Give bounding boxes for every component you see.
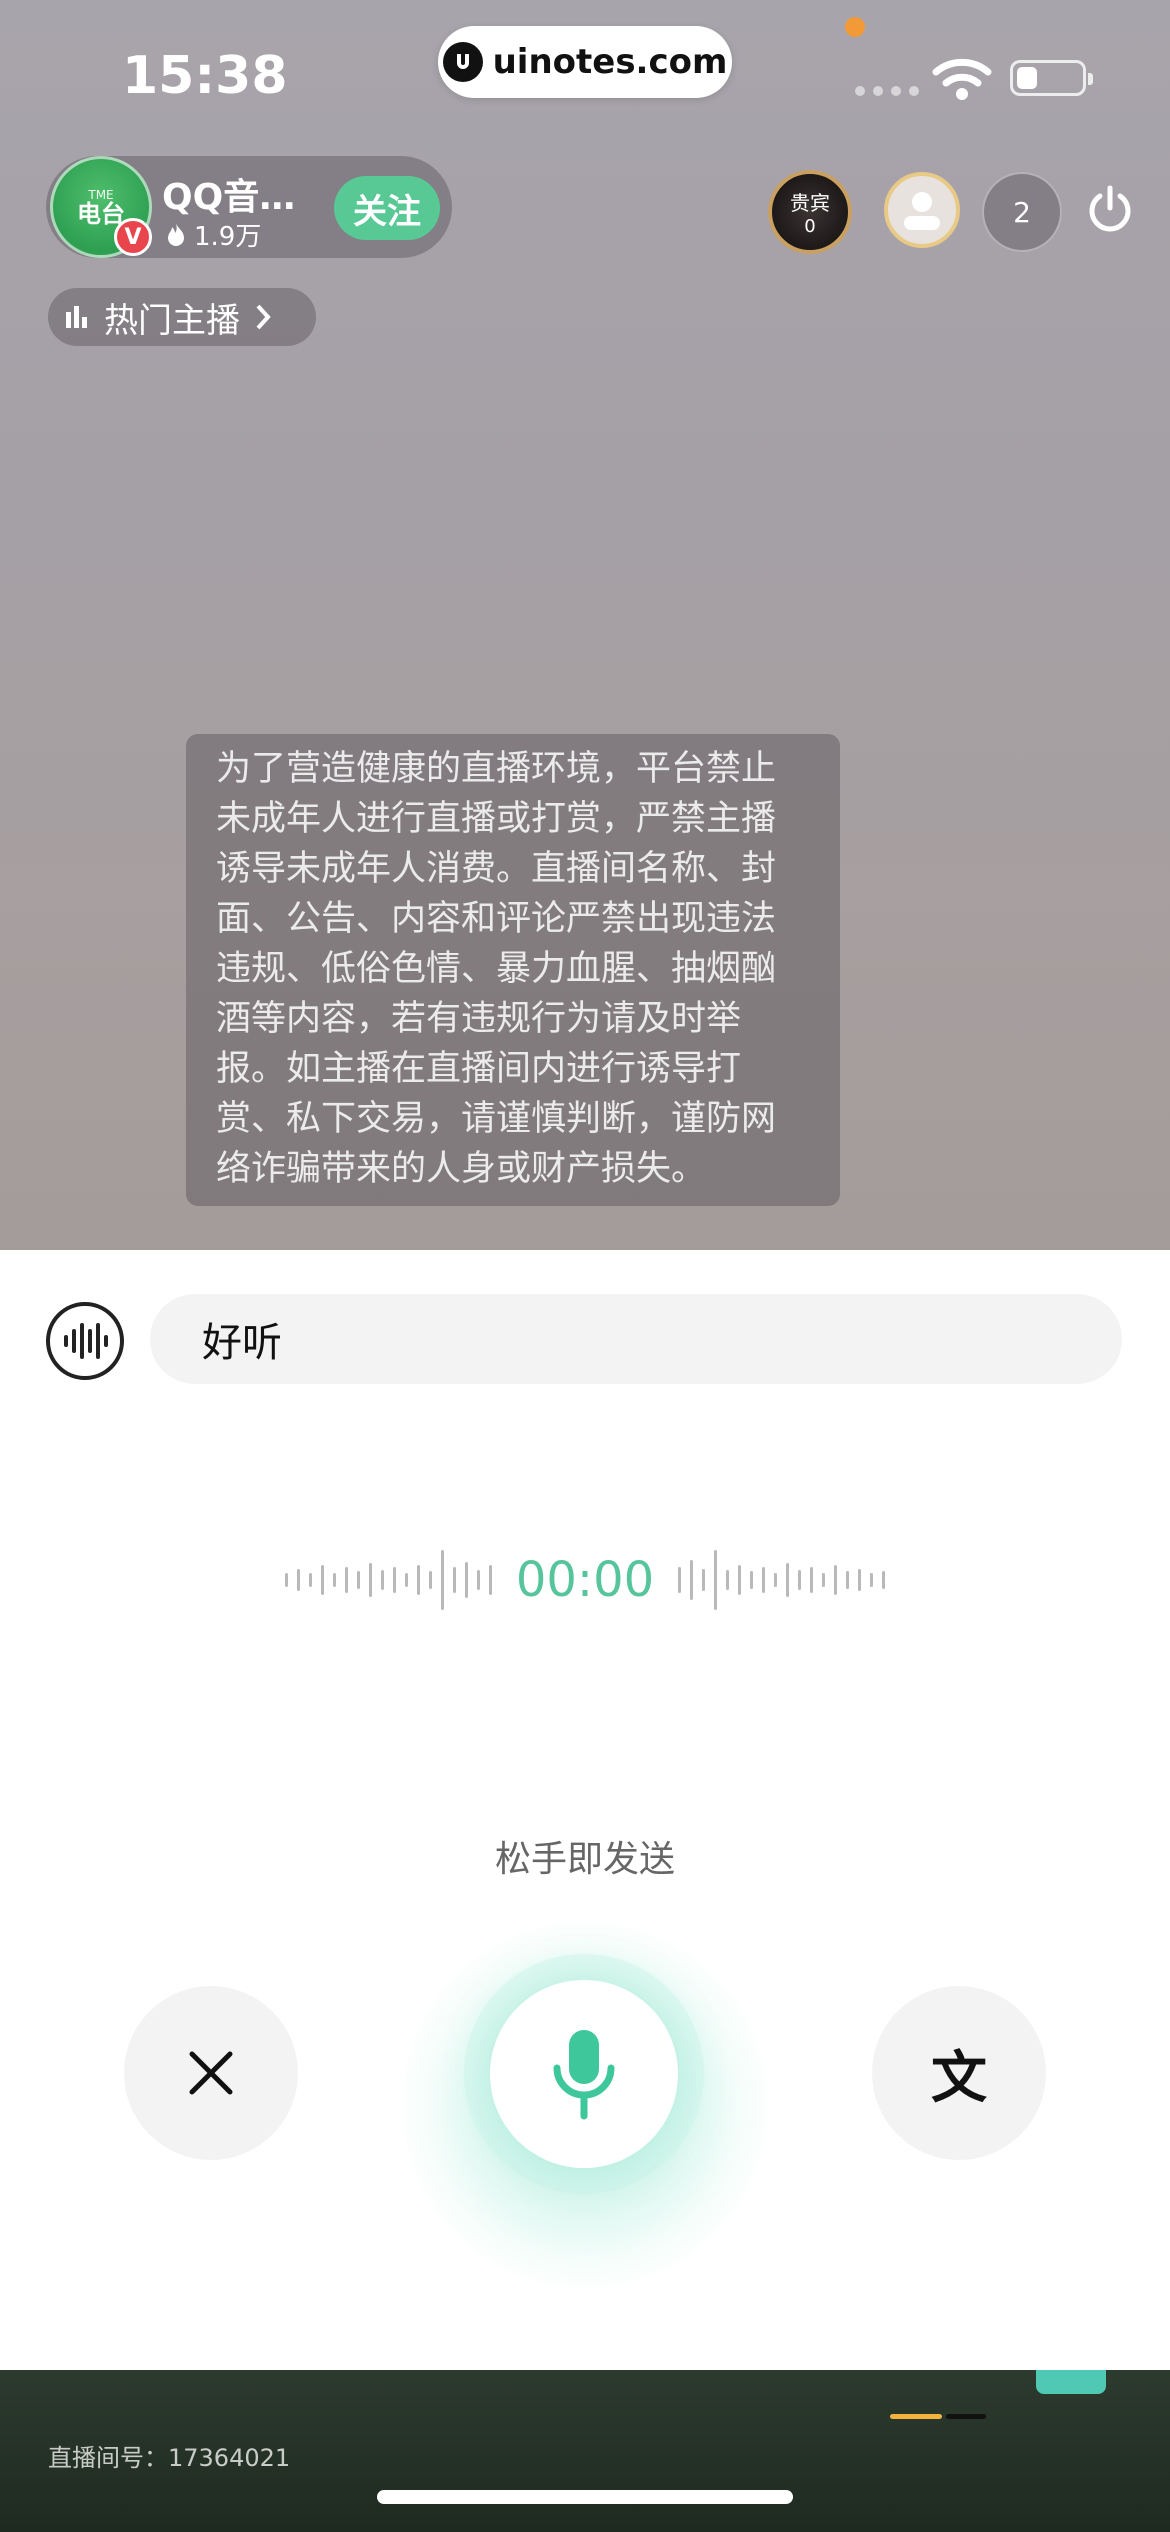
url-pill: uinotes.com [438,26,732,98]
verified-badge: V [114,218,152,256]
waveform-right [678,1550,886,1610]
host-info-pill[interactable]: TME 电台 V QQ音… 1.9万 关注 [46,156,452,258]
convert-to-text-button[interactable]: 文 [872,1986,1046,2160]
voice-input-panel: 好听 00:00 松手即发送 文 [0,1250,1170,2370]
platform-notice: 为了营造健康的直播环境，平台禁止未成年人进行直播或打赏，严禁主播诱导未成年人消费… [186,734,840,1206]
follow-button[interactable]: 关注 [334,176,440,240]
sound-wave-icon [64,1323,108,1359]
recording-waveform: 00:00 [230,1540,940,1620]
vip-guest-badge[interactable]: 贵宾 0 [768,170,852,254]
hot-anchor-button[interactable]: 热门主播 [48,288,316,346]
power-icon[interactable] [1084,184,1136,240]
recording-indicator [845,17,865,37]
flame-icon [168,222,184,246]
wifi-icon [932,56,992,106]
site-logo-icon [442,42,483,82]
bar-chart-icon [66,306,87,328]
hot-anchor-label: 热门主播 [104,300,240,341]
tab-indicator-dark [946,2414,986,2419]
host-heat: 1.9万 [164,216,261,253]
comment-input[interactable]: 好听 [150,1294,1122,1384]
microphone-icon [553,2030,615,2120]
status-time: 15:38 [122,46,288,106]
viewer-avatar[interactable] [884,172,960,248]
host-name: QQ音… [162,177,296,218]
home-indicator[interactable] [377,2490,793,2504]
chevron-right-icon [256,304,271,330]
gift-icon[interactable] [1036,2370,1106,2394]
record-mic-button[interactable] [490,1980,678,2168]
cellular-signal-icon [855,86,919,96]
close-icon [189,2051,233,2095]
cancel-recording-button[interactable] [124,1986,298,2160]
user-icon [904,192,940,230]
online-count[interactable]: 2 [982,172,1062,252]
recording-timer: 00:00 [515,1552,655,1608]
release-to-send-hint: 松手即发送 [494,1839,675,1880]
active-tab-indicator [890,2414,942,2419]
voice-mode-toggle[interactable] [46,1302,124,1380]
url-text: uinotes.com [492,42,728,82]
heat-value: 1.9万 [194,222,262,252]
room-id: 直播间号：17364021 [48,2444,291,2472]
waveform-left [284,1550,492,1610]
battery-icon [1010,60,1093,96]
